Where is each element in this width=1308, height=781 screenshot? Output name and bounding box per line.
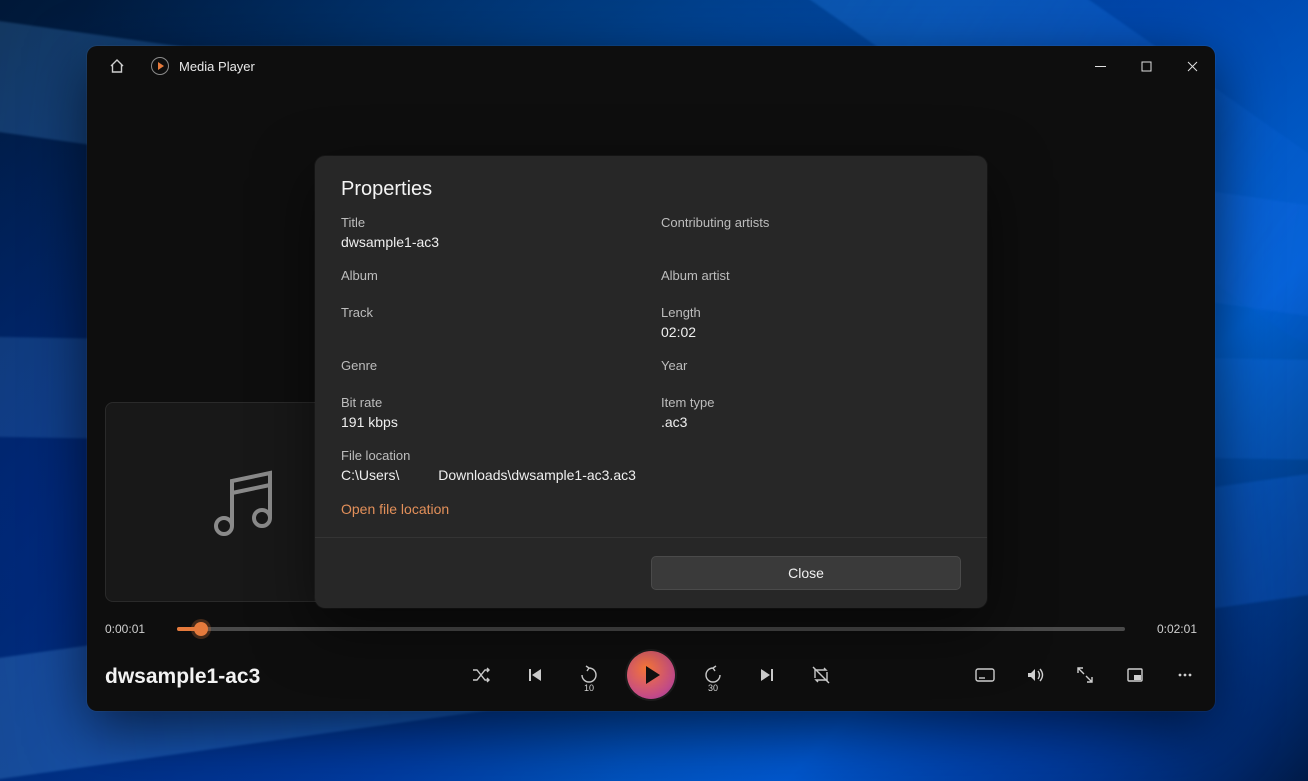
prop-item-type-label: Item type <box>661 395 961 410</box>
prop-year-label: Year <box>661 358 961 373</box>
open-file-location-link[interactable]: Open file location <box>341 501 449 517</box>
app-title: Media Player <box>179 59 255 74</box>
dialog-heading: Properties <box>341 178 961 201</box>
minimize-button[interactable] <box>1077 46 1123 86</box>
app-identity: Media Player <box>151 57 255 75</box>
seek-slider[interactable] <box>177 627 1125 631</box>
skip-back-amount: 10 <box>584 683 594 693</box>
dialog-close-button[interactable]: Close <box>651 556 961 590</box>
titlebar: Media Player <box>87 46 1215 86</box>
close-button-label: Close <box>788 565 824 581</box>
music-note-icon <box>200 457 290 547</box>
time-total: 0:02:01 <box>1137 622 1197 636</box>
prop-bitrate-label: Bit rate <box>341 395 641 410</box>
prop-location-label: File location <box>341 448 961 463</box>
content-area: 0:00:01 0:02:01 dwsample1-ac3 10 <box>87 86 1215 711</box>
play-button[interactable] <box>627 651 675 699</box>
skip-back-button[interactable]: 10 <box>573 659 605 691</box>
properties-dialog: Properties Title dwsample1-ac3 Contribut… <box>315 156 987 608</box>
more-options-button[interactable] <box>1169 659 1201 691</box>
volume-button[interactable] <box>1019 659 1051 691</box>
prop-genre-label: Genre <box>341 358 641 373</box>
seek-slider-thumb[interactable] <box>194 622 208 636</box>
prop-title-value: dwsample1-ac3 <box>341 234 641 250</box>
home-button[interactable] <box>97 46 137 86</box>
shuffle-button[interactable] <box>465 659 497 691</box>
prop-length-label: Length <box>661 305 961 320</box>
prop-bitrate-value: 191 kbps <box>341 414 641 430</box>
repeat-button[interactable] <box>805 659 837 691</box>
prop-location-value: C:\Users\ Downloads\dwsample1-ac3.ac3 <box>341 467 961 483</box>
play-icon <box>646 666 660 684</box>
prop-album-label: Album <box>341 268 641 283</box>
prop-title-label: Title <box>341 215 641 230</box>
prop-track-label: Track <box>341 305 641 320</box>
next-track-button[interactable] <box>751 659 783 691</box>
captions-button[interactable] <box>969 659 1001 691</box>
close-button[interactable] <box>1169 46 1215 86</box>
prop-item-type-value: .ac3 <box>661 414 961 430</box>
prop-length-value: 02:02 <box>661 324 961 340</box>
previous-track-button[interactable] <box>519 659 551 691</box>
skip-forward-amount: 30 <box>708 683 718 693</box>
maximize-button[interactable] <box>1123 46 1169 86</box>
media-player-window: Media Player <box>87 46 1215 711</box>
prop-artists-label: Contributing artists <box>661 215 961 230</box>
prop-album-artist-label: Album artist <box>661 268 961 283</box>
fullscreen-button[interactable] <box>1069 659 1101 691</box>
time-elapsed: 0:00:01 <box>105 622 165 636</box>
mini-player-button[interactable] <box>1119 659 1151 691</box>
secondary-controls <box>969 659 1201 691</box>
app-icon <box>151 57 169 75</box>
window-controls <box>1077 46 1215 86</box>
seek-row: 0:00:01 0:02:01 <box>105 614 1197 644</box>
skip-forward-button[interactable]: 30 <box>697 659 729 691</box>
